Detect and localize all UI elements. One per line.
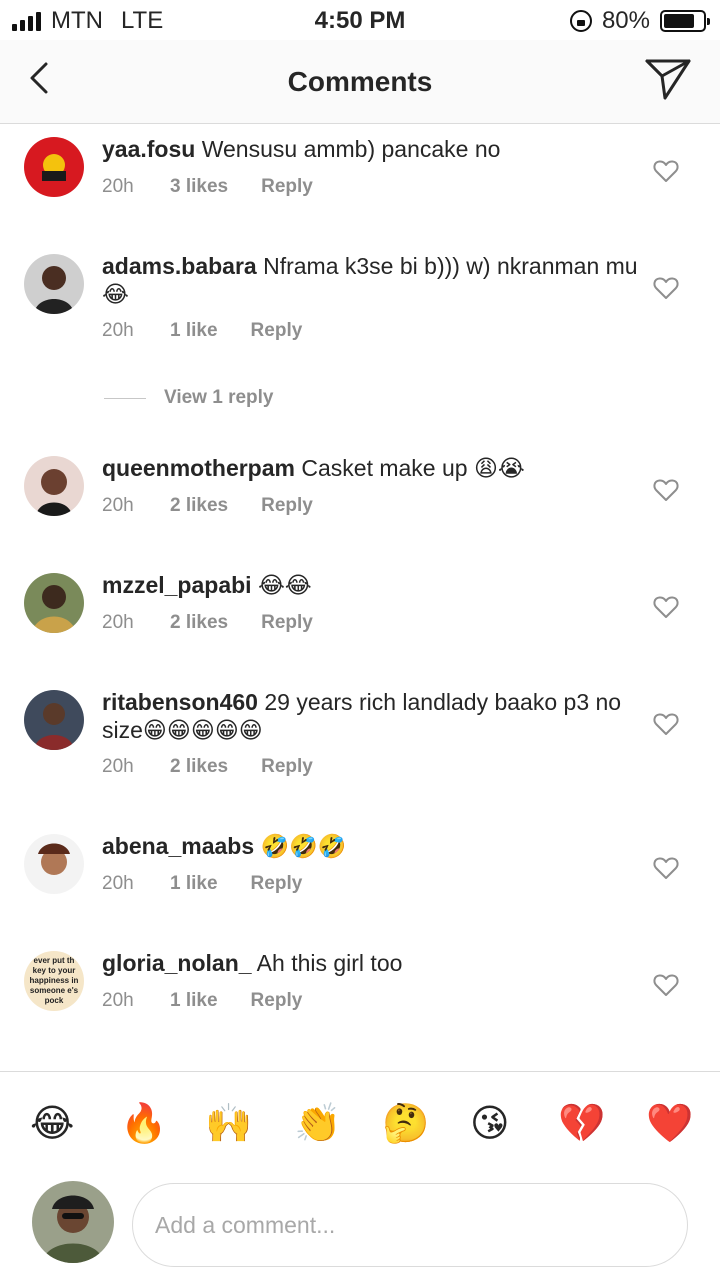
- view-replies-button[interactable]: View 1 reply: [104, 387, 274, 409]
- divider: [104, 397, 146, 399]
- header: Comments: [0, 40, 720, 124]
- emoji-button[interactable]: 👏: [294, 1103, 341, 1145]
- battery-percent: 80%: [601, 7, 650, 34]
- comment-username[interactable]: adams.babara: [102, 253, 257, 279]
- comment-likes[interactable]: 2 likes: [170, 612, 228, 634]
- comment-meta: 20h 2 likes Reply: [102, 612, 313, 634]
- comment-text: ritabenson460 29 years rich landlady baa…: [102, 688, 642, 744]
- status-bar: MTN LTE 4:50 PM 80%: [0, 0, 720, 40]
- comment-meta: 20h 2 likes Reply: [102, 756, 313, 778]
- comment-input[interactable]: [132, 1183, 688, 1267]
- avatar[interactable]: [24, 456, 84, 516]
- comment-username[interactable]: queenmotherpam: [102, 455, 295, 481]
- comment-list[interactable]: yaa.fosu Wensusu ammb) pancake no 20h 3 …: [0, 125, 720, 1071]
- comment-time: 20h: [102, 176, 134, 197]
- page-title: Comments: [287, 66, 433, 97]
- comment-body: 🤣🤣🤣: [260, 833, 347, 859]
- emoji-button[interactable]: 💔: [558, 1103, 605, 1145]
- emoji-button[interactable]: 😂: [30, 1103, 74, 1145]
- avatar-text: ever put th key to your happiness in som…: [29, 956, 79, 1005]
- comment-likes[interactable]: 3 likes: [170, 176, 228, 198]
- battery-icon: [660, 10, 710, 32]
- avatar[interactable]: [24, 254, 84, 314]
- heart-icon[interactable]: [653, 478, 679, 502]
- view-replies-label: View 1 reply: [164, 387, 274, 408]
- comment-time: 20h: [102, 612, 134, 633]
- avatar[interactable]: [24, 137, 84, 197]
- comment-meta: 20h 1 like Reply: [102, 990, 302, 1012]
- emoji-button[interactable]: 🔥: [120, 1103, 167, 1145]
- comment-meta: 20h 2 likes Reply: [102, 495, 313, 517]
- comment-username[interactable]: mzzel_papabi: [102, 572, 252, 598]
- avatar[interactable]: [24, 690, 84, 750]
- heart-icon[interactable]: [653, 276, 679, 300]
- comment-time: 20h: [102, 495, 134, 516]
- comment-likes[interactable]: 1 like: [170, 990, 218, 1012]
- emoji-bar: 😂 🔥 🙌 👏 🤔 😘 💔 ❤️: [0, 1071, 720, 1175]
- heart-icon[interactable]: [653, 595, 679, 619]
- comment-likes[interactable]: 2 likes: [170, 756, 228, 778]
- rotation-lock-icon: [569, 10, 592, 32]
- comment-username[interactable]: yaa.fosu: [102, 136, 195, 162]
- comment-likes[interactable]: 1 like: [170, 320, 218, 342]
- comment-body: 😂😂: [257, 572, 312, 598]
- comment-body: Wensusu ammb) pancake no: [201, 136, 501, 162]
- reply-button[interactable]: Reply: [261, 612, 313, 634]
- comment-username[interactable]: ritabenson460: [102, 689, 258, 715]
- reply-button[interactable]: Reply: [251, 320, 303, 342]
- comment-time: 20h: [102, 873, 134, 894]
- comment-body: Casket make up 😩😭: [301, 455, 525, 481]
- comment-username[interactable]: abena_maabs: [102, 833, 254, 859]
- reply-button[interactable]: Reply: [261, 176, 313, 198]
- emoji-button[interactable]: 😘: [470, 1103, 510, 1145]
- comment-text: gloria_nolan_ Ah this girl too: [102, 949, 642, 977]
- comment-meta: 20h 1 like Reply: [102, 873, 302, 895]
- heart-icon[interactable]: [653, 712, 679, 736]
- comment-username[interactable]: gloria_nolan_: [102, 950, 252, 976]
- comment-meta: 20h 3 likes Reply: [102, 176, 313, 198]
- comment-time: 20h: [102, 756, 134, 777]
- reply-button[interactable]: Reply: [261, 756, 313, 778]
- reply-button[interactable]: Reply: [261, 495, 313, 517]
- status-right: 80%: [569, 7, 710, 35]
- my-avatar[interactable]: [32, 1181, 114, 1263]
- emoji-button[interactable]: 🙌: [205, 1103, 252, 1145]
- avatar[interactable]: [24, 834, 84, 894]
- comment-text: yaa.fosu Wensusu ammb) pancake no: [102, 135, 642, 163]
- heart-icon[interactable]: [653, 973, 679, 997]
- emoji-button[interactable]: 🤔: [382, 1103, 429, 1145]
- comment-time: 20h: [102, 320, 134, 341]
- battery-fill: [664, 14, 695, 28]
- reply-button[interactable]: Reply: [251, 990, 303, 1012]
- comment-text: queenmotherpam Casket make up 😩😭: [102, 454, 642, 482]
- comment-composer: [0, 1175, 720, 1280]
- avatar[interactable]: ever put th key to your happiness in som…: [24, 951, 84, 1011]
- comment-text: mzzel_papabi 😂😂: [102, 571, 642, 599]
- comment-likes[interactable]: 2 likes: [170, 495, 228, 517]
- comment-text: abena_maabs 🤣🤣🤣: [102, 832, 642, 860]
- avatar[interactable]: [24, 573, 84, 633]
- heart-icon[interactable]: [653, 159, 679, 183]
- comment-meta: 20h 1 like Reply: [102, 320, 302, 342]
- comment-time: 20h: [102, 990, 134, 1011]
- comment-likes[interactable]: 1 like: [170, 873, 218, 895]
- heart-icon[interactable]: [653, 856, 679, 880]
- comment-body: Ah this girl too: [256, 950, 403, 976]
- paper-plane-icon[interactable]: [644, 56, 692, 102]
- reply-button[interactable]: Reply: [251, 873, 303, 895]
- comment-text: adams.babara Nframa k3se bi b))) w) nkra…: [102, 252, 642, 308]
- emoji-button[interactable]: ❤️: [646, 1103, 693, 1145]
- chevron-left-icon[interactable]: [22, 58, 62, 98]
